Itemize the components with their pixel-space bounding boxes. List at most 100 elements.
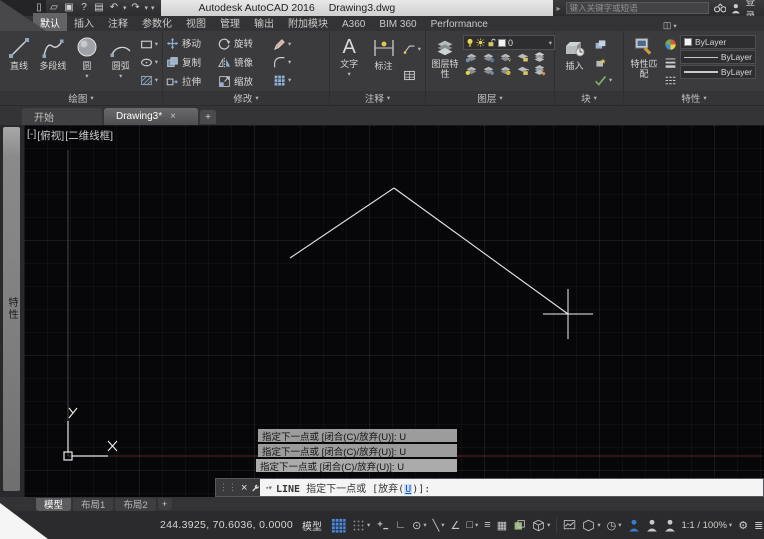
rotate-button[interactable]: 旋转 xyxy=(218,34,270,53)
ribbon-tab-performance[interactable]: Performance xyxy=(424,17,495,31)
leader-tool-button[interactable]: ▾ xyxy=(403,42,421,56)
search-input[interactable]: 键入关键字或短语 xyxy=(565,2,709,14)
selection-cycling-button[interactable] xyxy=(513,519,526,532)
command-options-icon[interactable]: ▪▾ xyxy=(266,484,272,492)
layer-isolate-tool-icon[interactable] xyxy=(482,51,495,63)
user-icon[interactable] xyxy=(731,3,741,14)
linetype-list-button[interactable] xyxy=(664,73,677,87)
dimension-button[interactable]: 标注 xyxy=(367,33,399,91)
layer-match-tool-icon[interactable] xyxy=(533,51,546,63)
ribbon-tab-output[interactable]: 输出 xyxy=(247,13,281,31)
object-color-dropdown[interactable]: ByLayer xyxy=(680,35,756,49)
close-command-line-icon[interactable]: × xyxy=(241,482,247,494)
layer-freeze-tool-icon[interactable] xyxy=(499,51,512,63)
undo-dropdown-icon[interactable]: ▾ xyxy=(123,4,127,12)
layout2-tab[interactable]: 布局2 xyxy=(115,497,156,511)
ribbon-tab-a360[interactable]: A360 xyxy=(335,17,372,31)
undo-option-key[interactable]: U xyxy=(404,484,413,495)
ribbon-display-toggle[interactable]: ◫ ▾ xyxy=(663,20,677,31)
polyline-button[interactable]: 多段线 xyxy=(37,33,69,91)
object-snap-button[interactable]: □ ▾ xyxy=(466,519,478,531)
ribbon-tab-insert[interactable]: 插入 xyxy=(67,13,101,31)
layer-unisolate-tool-icon[interactable] xyxy=(482,64,495,76)
ortho-mode-button[interactable]: ∟ xyxy=(395,519,406,531)
table-tool-button[interactable] xyxy=(403,69,421,83)
block-panel-label[interactable]: 块 ▾ xyxy=(555,91,623,105)
viewport-minimize-control[interactable]: [-] xyxy=(27,128,36,143)
lineweight-dropdown[interactable]: ByLayer xyxy=(680,50,756,64)
annotation-visibility-button[interactable] xyxy=(628,519,640,532)
new-layout-button[interactable]: + xyxy=(157,498,172,510)
open-file-icon[interactable]: ▱ xyxy=(48,1,60,15)
stretch-button[interactable]: 拉伸 xyxy=(166,72,218,91)
transparency-button[interactable]: ▦ xyxy=(497,519,507,532)
match-properties-button[interactable]: 特性匹配 xyxy=(627,33,661,91)
properties-panel-label[interactable]: 特性 ▾ xyxy=(624,91,764,105)
ribbon-tab-manage[interactable]: 管理 xyxy=(213,13,247,31)
search-binoculars-icon[interactable] xyxy=(713,3,727,13)
drawing-tab[interactable]: Drawing3* × xyxy=(104,108,198,125)
mirror-button[interactable]: 镜像 xyxy=(218,53,270,72)
layer-prev-tool-icon[interactable] xyxy=(533,64,546,76)
move-button[interactable]: 移动 xyxy=(166,34,218,53)
lineweight-display-button[interactable]: ≡ xyxy=(484,519,490,531)
hatch-tool-button[interactable]: ▾ xyxy=(140,73,158,87)
ribbon-tab-view[interactable]: 视图 xyxy=(179,13,213,31)
erase-tool-button[interactable]: ▾ xyxy=(273,37,291,51)
line-segments[interactable] xyxy=(289,187,569,315)
layer-on-tool-icon[interactable] xyxy=(465,64,478,76)
start-tab[interactable]: 开始 xyxy=(22,108,102,125)
annotation-monitor-button[interactable] xyxy=(563,519,576,532)
dynamic-input-button[interactable] xyxy=(376,519,389,532)
color-wheel-button[interactable] xyxy=(664,37,677,51)
units-clock-button[interactable]: ◷ ▾ xyxy=(607,519,622,532)
grid-display-button[interactable] xyxy=(331,518,346,533)
layout1-tab[interactable]: 布局1 xyxy=(73,497,114,511)
redo-dropdown-icon[interactable]: ▾ xyxy=(145,4,149,12)
redo-icon[interactable]: ↷ xyxy=(130,1,142,15)
layer-dropdown[interactable]: 0 ▾ xyxy=(463,35,555,50)
qat-customize-icon[interactable]: ▾ xyxy=(151,4,155,12)
draw-panel-label[interactable]: 绘图 ▾ xyxy=(0,91,162,105)
save-file-icon[interactable]: ▣ xyxy=(63,1,75,15)
wrench-icon[interactable] xyxy=(251,482,260,494)
create-block-button[interactable] xyxy=(594,55,612,69)
edit-block-button[interactable] xyxy=(594,37,612,51)
workspace-switch-button[interactable]: ▾ xyxy=(582,519,601,532)
viewport-visual-style-control[interactable]: [二维线框] xyxy=(65,128,113,143)
linetype-dropdown[interactable]: ByLayer xyxy=(680,65,756,79)
polar-tracking-button[interactable]: ⊙ ▾ xyxy=(412,519,426,532)
layers-panel-label[interactable]: 图层 ▾ xyxy=(426,91,554,105)
model-space-button[interactable]: 模型 xyxy=(299,516,325,535)
circle-button[interactable]: 圆 ▾ xyxy=(71,33,103,91)
status-menu-button[interactable]: ≣ xyxy=(754,519,763,532)
insert-block-button[interactable]: 插入 xyxy=(558,33,591,91)
command-input[interactable]: ▪▾ LINE 指定下一点或 [放弃(U)]: xyxy=(260,479,763,496)
viewport-view-control[interactable]: [俯视] xyxy=(37,128,64,143)
modify-panel-label[interactable]: 修改 ▾ xyxy=(163,91,329,105)
block-attributes-button[interactable]: ▾ xyxy=(594,73,612,87)
close-tab-icon[interactable]: × xyxy=(170,111,176,122)
isometric-drafting-button[interactable]: ∠ xyxy=(450,519,460,532)
layer-off-tool-icon[interactable] xyxy=(465,51,478,63)
properties-palette-tab[interactable]: 特性 xyxy=(3,127,20,491)
ribbon-tab-bim360[interactable]: BIM 360 xyxy=(372,17,423,31)
layer-unlock-tool-icon[interactable] xyxy=(516,64,529,76)
ribbon-tab-addins[interactable]: 附加模块 xyxy=(281,13,335,31)
object-snap-tracking-button[interactable]: ╲ ▾ xyxy=(433,519,445,532)
lineweight-list-button[interactable] xyxy=(664,55,677,69)
text-button[interactable]: A 文字 ▾ xyxy=(333,33,365,91)
customization-gear-button[interactable]: ⚙ xyxy=(738,519,748,532)
fillet-tool-button[interactable]: ▾ xyxy=(273,55,291,69)
new-drawing-tab-button[interactable]: + xyxy=(200,110,216,124)
annotation-scale-person-icon[interactable] xyxy=(664,519,676,532)
array-tool-button[interactable]: ▾ xyxy=(273,73,291,87)
ribbon-tab-parametric[interactable]: 参数化 xyxy=(135,13,179,31)
layer-thaw-tool-icon[interactable] xyxy=(499,64,512,76)
scale-button[interactable]: 缩放 xyxy=(218,72,270,91)
snap-mode-button[interactable]: ▾ xyxy=(352,519,370,532)
layer-properties-button[interactable]: 图层特性 xyxy=(429,33,461,91)
3d-object-snap-button[interactable]: ▾ xyxy=(532,519,550,532)
rectangle-tool-button[interactable]: ▾ xyxy=(140,37,158,51)
infocenter-expand-icon[interactable]: ▸ xyxy=(557,4,561,13)
